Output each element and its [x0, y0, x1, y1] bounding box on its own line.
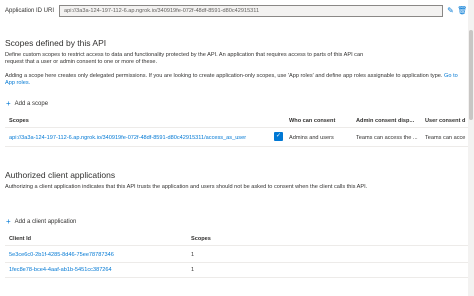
client-scopes-count: 1: [191, 267, 195, 273]
plus-icon: +: [6, 99, 11, 108]
app-id-uri-field[interactable]: api://3a3a-124-197-112-6.ap.ngrok.io/340…: [59, 5, 443, 17]
who-can-consent-value: Admins and users: [289, 135, 334, 141]
delete-icon[interactable]: 🗑: [457, 6, 467, 15]
scopes-info: Adding a scope here creates only delegat…: [5, 73, 465, 88]
clients-header-divider: [5, 245, 468, 246]
user-consent-col-header[interactable]: User consent d: [425, 118, 465, 124]
authorized-description: Authorizing a client application indicat…: [5, 184, 368, 190]
edit-icon[interactable]: ✎: [446, 6, 455, 15]
scopes-section-title: Scopes defined by this API: [5, 38, 107, 48]
client-id-link[interactable]: 5e3ce6c0-2b1f-4285-8d46-75ee78787346: [9, 252, 114, 258]
add-scope-button[interactable]: + Add a scope: [6, 99, 48, 108]
app-id-uri-label: Application ID URI: [5, 8, 55, 14]
client-id-link[interactable]: 1fec8e78-bce4-4aaf-ab1b-5451cc387264: [9, 267, 112, 273]
scopes-description: Define custom scopes to restrict access …: [5, 52, 364, 66]
scopes-col-header[interactable]: Scopes: [9, 118, 29, 124]
clients-row-divider: [5, 277, 468, 278]
add-scope-label: Add a scope: [14, 101, 49, 107]
client-scopes-count: 1: [191, 252, 195, 258]
consent-icon: ✓: [274, 132, 283, 141]
add-client-application-label: Add a client application: [14, 219, 77, 225]
scopes-header-divider: [5, 127, 468, 128]
user-consent-display-value: Teams can acce: [425, 135, 466, 141]
scrollbar-thumb[interactable]: [469, 30, 473, 120]
scopes-row-divider: [5, 146, 468, 147]
client-scopes-col-header[interactable]: Scopes: [191, 236, 211, 242]
scope-row-link[interactable]: api://3a3a-124-197-112-6.ap.ngrok.io/340…: [9, 135, 246, 141]
who-consent-col-header[interactable]: Who can consent: [289, 118, 335, 124]
scopes-info-text: Adding a scope here creates only delegat…: [5, 73, 443, 79]
clients-row-divider: [5, 262, 468, 263]
authorized-section-title: Authorized client applications: [5, 170, 116, 180]
plus-icon: +: [6, 217, 11, 226]
client-id-col-header[interactable]: Client Id: [9, 236, 31, 242]
admin-consent-col-header[interactable]: Admin consent disp...: [356, 118, 414, 124]
admin-consent-display-value: Teams can access the ...: [356, 135, 418, 141]
add-client-application-button[interactable]: + Add a client application: [6, 217, 76, 226]
